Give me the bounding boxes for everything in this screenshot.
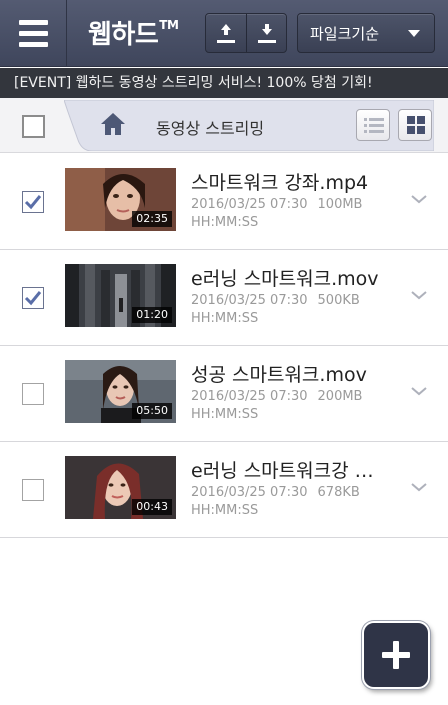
home-icon[interactable] [100,112,126,136]
file-date: 2016/03/25 07:30 [191,389,308,404]
list-item[interactable]: 00:43 e러닝 스마트워크강 … 2016/03/25 07:30 678KB… [0,442,448,538]
app-header: 웹하드TM 파일크기순 [0,0,448,67]
menu-icon[interactable] [0,0,67,67]
plus-icon [382,641,410,669]
select-all-checkbox[interactable] [22,115,45,138]
download-icon [258,24,276,43]
video-thumbnail[interactable]: 01:20 [65,264,176,327]
file-name: 스마트워크 강좌.mp4 [191,172,369,194]
file-date: 2016/03/25 07:30 [191,293,308,308]
file-meta: 2016/03/25 07:30 200MB [191,389,362,404]
file-meta: 2016/03/25 07:30 100MB [191,197,362,212]
grid-view-button[interactable] [398,109,432,141]
video-thumbnail[interactable]: 00:43 [65,456,176,519]
file-size: 678KB [317,485,360,500]
grid-view-icon [407,116,425,134]
file-meta: 2016/03/25 07:30 678KB [191,485,360,500]
file-name: 성공 스마트워크.mov [191,364,367,386]
file-name: e러닝 스마트워크강 … [191,460,374,482]
event-banner[interactable]: [EVENT] 웹하드 동영상 스트리밍 서비스! 100% 당첨 기회! [0,68,448,98]
file-size: 100MB [317,197,363,212]
chevron-down-icon[interactable] [410,481,428,493]
file-name: e러닝 스마트워크.mov [191,268,379,290]
breadcrumb: 동영상 스트리밍 [64,100,434,151]
file-size: 200MB [317,389,363,404]
file-size: 500KB [317,293,360,308]
upload-button[interactable] [206,14,246,52]
list-item[interactable]: 02:35 스마트워크 강좌.mp4 2016/03/25 07:30 100MB… [0,154,448,250]
chevron-down-icon[interactable] [410,289,428,301]
video-thumbnail[interactable]: 02:35 [65,168,176,231]
checkmark-icon [24,195,42,210]
row-checkbox[interactable] [22,287,44,309]
row-checkbox[interactable] [22,383,44,405]
sort-dropdown[interactable]: 파일크기순 [297,13,435,53]
duration-badge: 02:35 [132,211,172,227]
chevron-down-icon[interactable] [410,193,428,205]
transfer-button-group [205,13,287,53]
chevron-down-icon[interactable] [410,385,428,397]
duration-badge: 00:43 [132,499,172,515]
breadcrumb-bar: 동영상 스트리밍 [0,98,448,153]
row-checkbox[interactable] [22,479,44,501]
upload-icon [217,24,235,43]
row-checkbox[interactable] [22,191,44,213]
file-time: HH:MM:SS [191,215,259,230]
checkmark-icon [24,291,42,306]
list-item[interactable]: 05:50 성공 스마트워크.mov 2016/03/25 07:30 200MB… [0,346,448,442]
file-date: 2016/03/25 07:30 [191,197,308,212]
app-title: 웹하드TM [88,18,179,50]
add-button[interactable] [362,621,430,689]
file-list: 02:35 스마트워크 강좌.mp4 2016/03/25 07:30 100MB… [0,154,448,538]
file-meta: 2016/03/25 07:30 500KB [191,293,360,308]
file-time: HH:MM:SS [191,407,259,422]
list-view-button[interactable] [356,109,390,141]
file-date: 2016/03/25 07:30 [191,485,308,500]
duration-badge: 05:50 [132,403,172,419]
duration-badge: 01:20 [132,307,172,323]
sort-label: 파일크기순 [310,25,380,43]
video-thumbnail[interactable]: 05:50 [65,360,176,423]
caret-down-icon [408,30,420,37]
download-button[interactable] [247,14,287,52]
list-item[interactable]: 01:20 e러닝 스마트워크.mov 2016/03/25 07:30 500K… [0,250,448,346]
breadcrumb-label[interactable]: 동영상 스트리밍 [156,115,264,139]
file-time: HH:MM:SS [191,503,259,518]
file-time: HH:MM:SS [191,311,259,326]
list-view-icon [364,118,384,133]
